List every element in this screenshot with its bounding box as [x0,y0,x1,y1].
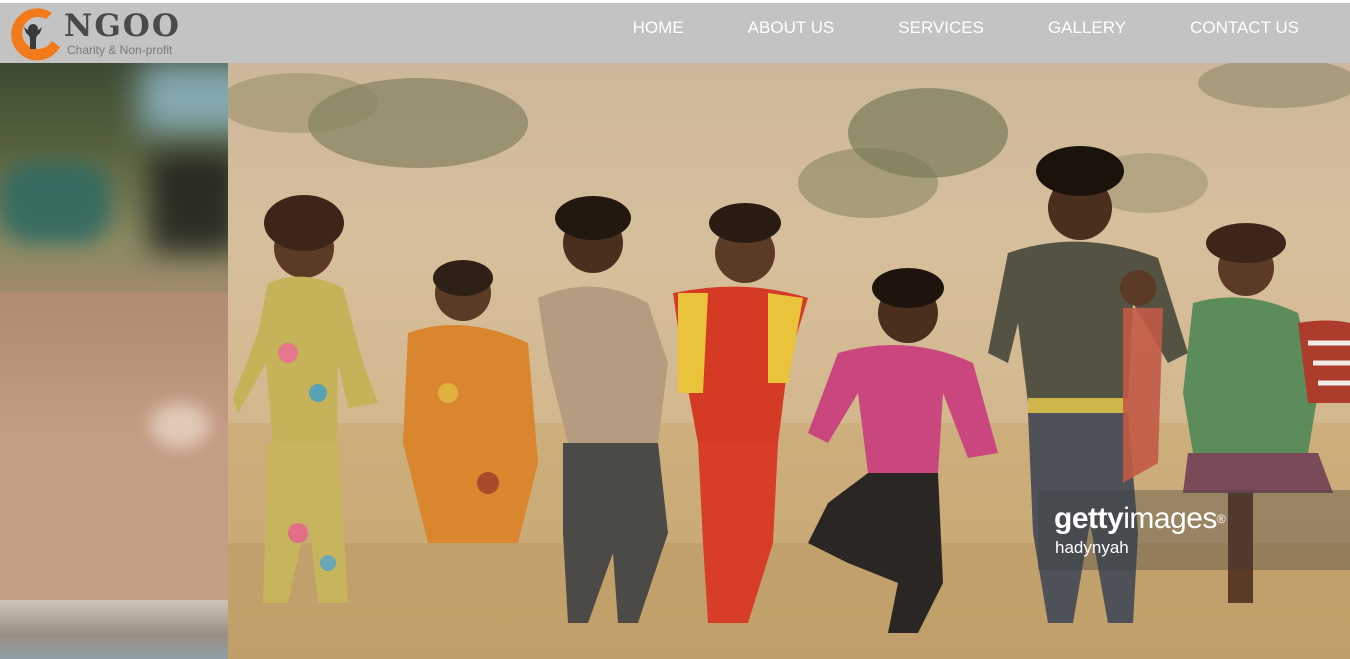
getty-images-watermark: gettyimages® hadynyah [1038,490,1350,570]
nav-about-us[interactable]: ABOUT US [716,3,867,53]
watermark-username: hadynyah [1055,538,1129,557]
brand-name: NGOO [64,8,181,44]
page: NGOO Charity & Non-profit HOME ABOUT US … [0,0,1350,659]
hero-image: gettyimages® hadynyah [228,63,1350,659]
watermark-brand: gettyimages® [1054,502,1226,535]
site-logo[interactable]: NGOO Charity & Non-profit [0,3,210,63]
brand-tagline: Charity & Non-profit [67,43,173,57]
nav-home[interactable]: HOME [601,3,716,53]
side-background-image [0,63,228,659]
nav-contact-us[interactable]: CONTACT US [1158,3,1350,53]
nav-services[interactable]: SERVICES [866,3,1016,53]
main-nav: HOME ABOUT US SERVICES GALLERY CONTACT U… [601,3,1350,63]
charity-logo-icon [11,8,61,61]
nav-gallery[interactable]: GALLERY [1016,3,1158,53]
header-bar: NGOO Charity & Non-profit HOME ABOUT US … [0,3,1350,63]
